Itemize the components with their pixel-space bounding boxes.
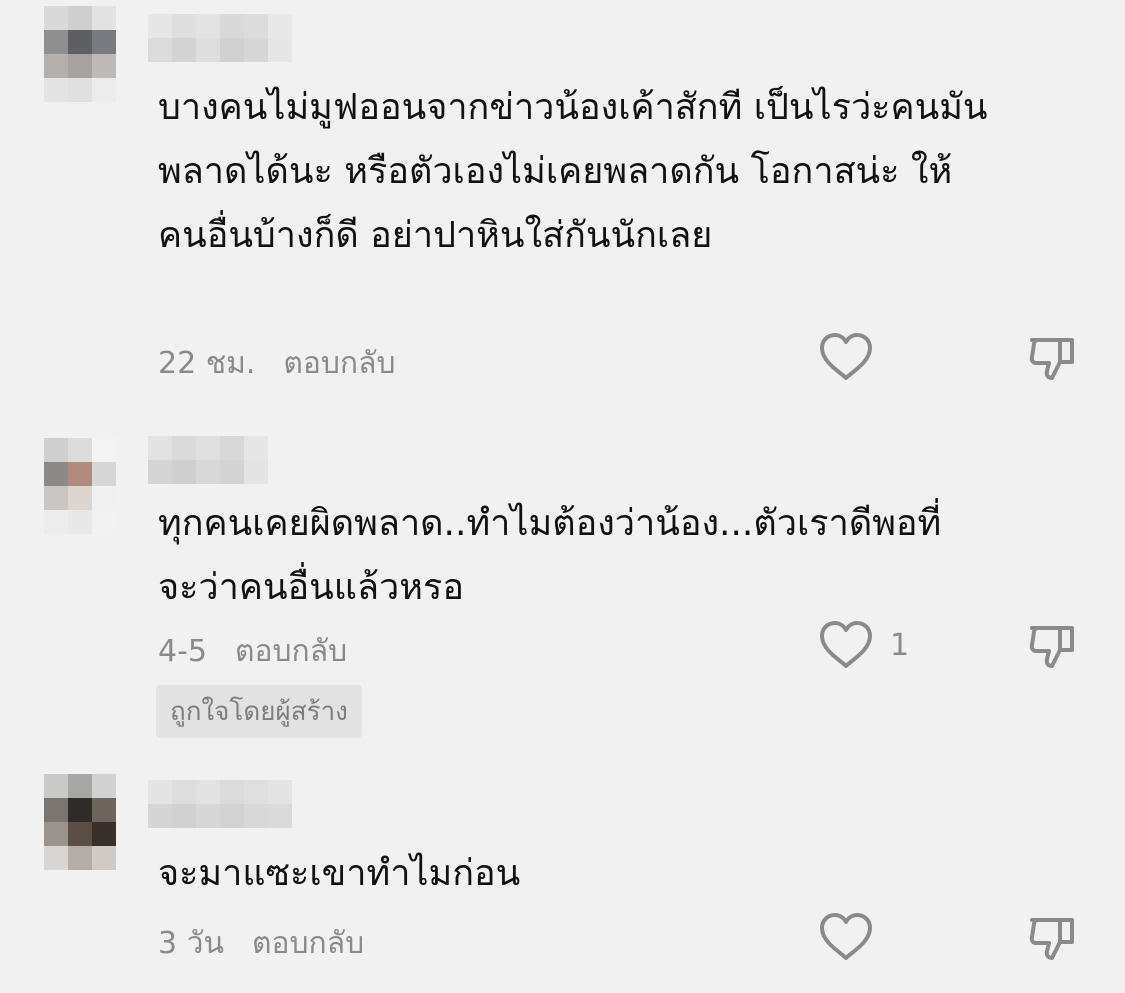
heart-outline-icon (820, 913, 872, 960)
heart-outline-icon (820, 333, 872, 380)
avatar[interactable] (44, 6, 116, 102)
comment-text: จะมาแซะเขาทำไมก่อน (158, 853, 521, 894)
liked-by-creator-badge: ถูกใจโดยผู้สร้าง (156, 685, 362, 738)
username-blurred[interactable] (148, 780, 292, 828)
comment-text: บางคนไม่มูฟออนจากข่าวน้องเค้าสักที เป็นไ… (158, 87, 988, 256)
reply-button[interactable]: ตอบกลับ (252, 920, 364, 967)
like-button[interactable] (818, 332, 874, 382)
username-blurred[interactable] (148, 14, 292, 62)
comment-item: บางคนไม่มูฟออนจากข่าวน้องเค้าสักที เป็นไ… (0, 0, 1125, 420)
dislike-button[interactable] (1026, 332, 1078, 388)
avatar[interactable] (44, 774, 116, 870)
heart-outline-icon (820, 621, 872, 668)
like-button[interactable]: 1 (818, 620, 909, 670)
avatar[interactable] (44, 438, 116, 534)
comment-text: ทุกคนเคยผิดพลาด..ทำไมต้องว่าน้อง...ตัวเร… (158, 503, 942, 608)
like-button[interactable] (818, 912, 874, 962)
reply-button[interactable]: ตอบกลับ (235, 628, 347, 675)
comment-meta: 3 วัน ตอบกลับ (158, 920, 364, 967)
reply-button[interactable]: ตอบกลับ (283, 340, 395, 387)
comment-time: 4-5 (158, 634, 207, 669)
comment-item: จะมาแซะเขาทำไมก่อน 3 วัน ตอบกลับ (0, 760, 1125, 993)
comment-time: 22 ชม. (158, 346, 256, 381)
comment-item: ทุกคนเคยผิดพลาด..ทำไมต้องว่าน้อง...ตัวเร… (0, 420, 1125, 760)
comment-time: 3 วัน (158, 926, 224, 961)
thumbs-down-outline-icon (1029, 338, 1074, 380)
username-blurred[interactable] (148, 436, 292, 484)
thumbs-down-outline-icon (1029, 918, 1074, 960)
dislike-button[interactable] (1026, 912, 1078, 968)
like-count: 1 (890, 627, 910, 663)
dislike-button[interactable] (1026, 620, 1078, 676)
thumbs-down-outline-icon (1029, 626, 1074, 668)
comment-meta: 22 ชม. ตอบกลับ (158, 340, 396, 387)
comment-meta: 4-5 ตอบกลับ (158, 628, 347, 675)
